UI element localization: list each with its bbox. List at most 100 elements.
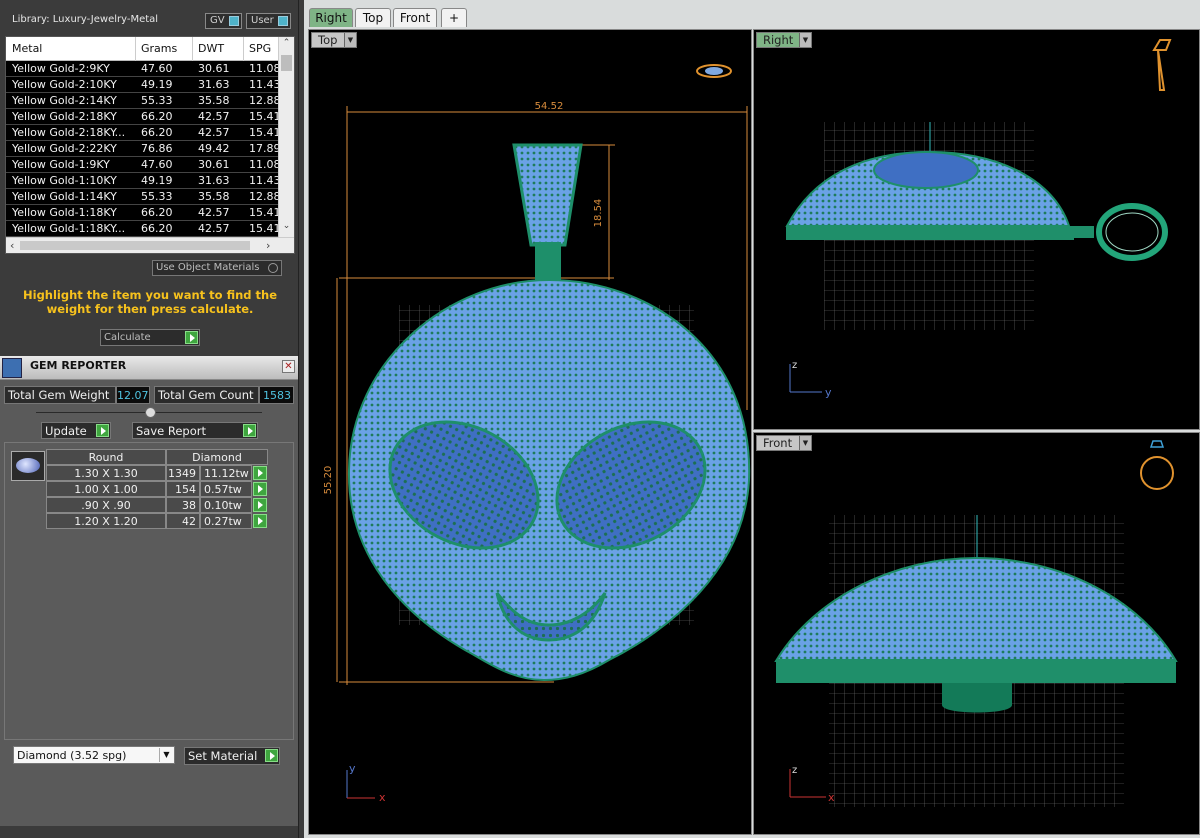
viewport-area: Right Top Front + Top ▼ 54.52 55.20 18.5… bbox=[304, 0, 1200, 838]
total-gem-weight-label: Total Gem Weight bbox=[4, 386, 116, 404]
metal-table-vscrollbar[interactable]: ⌃ ⌄ bbox=[278, 37, 294, 237]
toggle-switch-icon bbox=[278, 16, 288, 26]
metal-row[interactable]: Yellow Gold-2:9KY 47.60 30.61 11.08 bbox=[6, 61, 281, 77]
play-arrow-icon bbox=[185, 331, 198, 344]
save-report-label: Save Report bbox=[136, 424, 207, 438]
tab-front[interactable]: Front bbox=[393, 8, 437, 27]
column-header-metal[interactable]: Metal bbox=[12, 42, 42, 55]
gem-count-cell: 42 bbox=[166, 513, 200, 529]
toggle-switch-icon bbox=[229, 16, 239, 26]
radio-icon bbox=[268, 263, 278, 273]
select-gem-arrow-icon[interactable] bbox=[253, 514, 267, 528]
scroll-left-icon[interactable]: ‹ bbox=[10, 239, 14, 252]
metal-table: Metal Grams DWT SPG Yellow Gold-2:9KY 47.… bbox=[5, 36, 295, 254]
dimension-height: 55.20 bbox=[323, 466, 334, 495]
axis-z-label: z bbox=[792, 765, 797, 776]
user-toggle[interactable]: User bbox=[246, 13, 291, 29]
left-panel: Library: Luxury-Jewelry-Metal GV User Me… bbox=[0, 0, 300, 838]
gem-reporter-title: GEM REPORTER bbox=[30, 359, 127, 372]
axis-y-label: y bbox=[825, 386, 832, 399]
gem-count-cell: 154 bbox=[166, 481, 200, 497]
select-gem-arrow-icon[interactable] bbox=[253, 482, 267, 496]
scroll-right-icon[interactable]: › bbox=[266, 239, 270, 252]
metal-cell: 30.61 bbox=[198, 158, 230, 171]
axis-z-label: z bbox=[792, 360, 797, 371]
material-select[interactable]: Diamond (3.52 spg) ▼ bbox=[13, 746, 175, 764]
use-object-materials-option[interactable]: Use Object Materials bbox=[152, 260, 282, 276]
metal-table-hscrollbar[interactable]: ‹ › bbox=[6, 237, 294, 253]
save-report-button[interactable]: Save Report bbox=[132, 422, 258, 439]
chevron-down-icon[interactable]: ▼ bbox=[159, 748, 173, 762]
update-button[interactable]: Update bbox=[41, 422, 111, 439]
metal-row[interactable]: Yellow Gold-1:10KY 49.19 31.63 11.43 bbox=[6, 173, 281, 189]
gem-weight-cell: 0.10tw bbox=[200, 497, 252, 513]
viewport-right[interactable]: Right ▼ z y bbox=[753, 29, 1200, 430]
close-icon[interactable]: ✕ bbox=[282, 360, 295, 373]
metal-cell: 66.20 bbox=[141, 126, 173, 139]
tab-right[interactable]: Right bbox=[309, 8, 353, 27]
metal-cell: 47.60 bbox=[141, 62, 173, 75]
metal-cell: Yellow Gold-1:18KY bbox=[12, 206, 117, 219]
metal-cell: 49.42 bbox=[198, 142, 230, 155]
column-header-grams[interactable]: Grams bbox=[141, 42, 177, 55]
metal-row[interactable]: Yellow Gold-1:18KY... 66.20 42.57 15.41 bbox=[6, 221, 281, 237]
metal-cell: 66.20 bbox=[141, 110, 173, 123]
metal-cell: 49.19 bbox=[141, 174, 173, 187]
play-arrow-icon bbox=[243, 424, 256, 437]
gem-material-header: Diamond bbox=[166, 449, 268, 465]
ring-orientation-icon bbox=[1149, 440, 1165, 448]
column-header-spg[interactable]: SPG bbox=[249, 42, 271, 55]
select-gem-arrow-icon[interactable] bbox=[253, 498, 267, 512]
viewport-front[interactable]: Front ▼ z x bbox=[753, 432, 1200, 835]
gem-reporter-header: GEM REPORTER ✕ bbox=[0, 356, 298, 380]
metal-cell: 55.33 bbox=[141, 94, 173, 107]
metal-row[interactable]: Yellow Gold-1:9KY 47.60 30.61 11.08 bbox=[6, 157, 281, 173]
metal-cell: 66.20 bbox=[141, 206, 173, 219]
gem-list: Round Diamond 1.30 X 1.30 1349 11.12tw 1.00… bbox=[4, 442, 294, 740]
metal-row[interactable]: Yellow Gold-1:14KY 55.33 35.58 12.88 bbox=[6, 189, 281, 205]
viewport-top[interactable]: Top ▼ 54.52 55.20 18.54 y x bbox=[308, 29, 752, 835]
add-tab-button[interactable]: + bbox=[441, 8, 467, 27]
gem-size-cell: 1.30 X 1.30 bbox=[46, 465, 166, 481]
gv-toggle[interactable]: GV bbox=[205, 13, 242, 29]
gem-weight-cell: 0.27tw bbox=[200, 513, 252, 529]
set-material-button[interactable]: Set Material bbox=[184, 747, 280, 765]
metal-row[interactable]: Yellow Gold-2:18KY... 66.20 42.57 15.41 bbox=[6, 125, 281, 141]
metal-row[interactable]: Yellow Gold-1:18KY 66.20 42.57 15.41 bbox=[6, 205, 281, 221]
gem-size-cell: 1.20 X 1.20 bbox=[46, 513, 166, 529]
metal-row[interactable]: Yellow Gold-2:10KY 49.19 31.63 11.43 bbox=[6, 77, 281, 93]
round-gem-icon bbox=[11, 451, 45, 481]
metal-cell: 30.61 bbox=[198, 62, 230, 75]
calculate-button[interactable]: Calculate bbox=[100, 329, 200, 346]
metal-cell: 42.57 bbox=[198, 206, 230, 219]
play-arrow-icon bbox=[265, 749, 278, 762]
metal-cell: 66.20 bbox=[141, 222, 173, 235]
scroll-thumb[interactable] bbox=[20, 241, 250, 250]
metal-cell: 31.63 bbox=[198, 174, 230, 187]
axis-x-label: x bbox=[828, 791, 835, 804]
library-title: Library: Luxury-Jewelry-Metal bbox=[12, 14, 159, 25]
metal-row[interactable]: Yellow Gold-2:14KY 55.33 35.58 12.88 bbox=[6, 93, 281, 109]
select-gem-arrow-icon[interactable] bbox=[253, 466, 267, 480]
axis-x-label: x bbox=[379, 791, 386, 804]
scroll-down-icon[interactable]: ⌄ bbox=[279, 221, 294, 235]
metal-cell: 35.58 bbox=[198, 190, 230, 203]
metal-row[interactable]: Yellow Gold-2:18KY 66.20 42.57 15.41 bbox=[6, 109, 281, 125]
set-material-label: Set Material bbox=[188, 749, 258, 763]
metal-cell: Yellow Gold-1:14KY bbox=[12, 190, 117, 203]
metal-cell: Yellow Gold-1:18KY... bbox=[12, 222, 126, 235]
scroll-thumb[interactable] bbox=[281, 55, 292, 71]
gem-weight-cell: 11.12tw bbox=[200, 465, 252, 481]
pendant-front-view: z x bbox=[774, 440, 1178, 807]
gem-reporter-logo-icon bbox=[2, 358, 22, 378]
metal-cell: 35.58 bbox=[198, 94, 230, 107]
dimension-width: 54.52 bbox=[535, 101, 564, 112]
metal-cell: 55.33 bbox=[141, 190, 173, 203]
use-object-materials-label: Use Object Materials bbox=[156, 262, 260, 273]
metal-row[interactable]: Yellow Gold-2:22KY 76.86 49.42 17.89 bbox=[6, 141, 281, 157]
column-header-dwt[interactable]: DWT bbox=[198, 42, 224, 55]
scroll-up-icon[interactable]: ⌃ bbox=[279, 38, 294, 52]
play-arrow-icon bbox=[96, 424, 109, 437]
tab-top[interactable]: Top bbox=[355, 8, 391, 27]
splitter-handle[interactable] bbox=[145, 407, 156, 418]
